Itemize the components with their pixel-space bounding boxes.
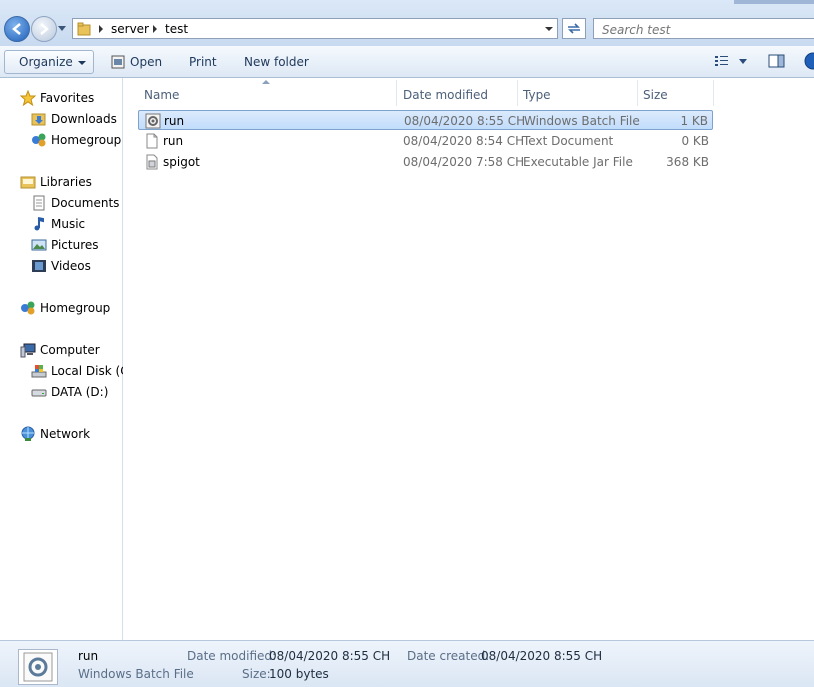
downloads-folder-icon [31,113,46,126]
jar-file-icon [146,154,158,170]
file-name: run [163,134,184,148]
search-input[interactable] [600,21,804,39]
videos-icon [32,260,46,272]
organize-label: Organize [19,55,73,69]
help-icon[interactable] [804,52,814,70]
system-drive-icon [31,365,47,378]
music-icon [34,217,44,231]
date-created-value[interactable]: 08/04/2020 8:55 CH [481,649,602,663]
nav-videos[interactable]: Videos [31,257,123,275]
breadcrumb[interactable]: server test [72,18,558,39]
file-date: 08/04/2020 8:55 CH [404,114,526,128]
nav-data-disk[interactable]: DATA (D:) [31,383,123,401]
file-type: Executable Jar File [523,155,633,169]
nav-computer[interactable]: Computer [20,341,123,359]
size-label: Size: [242,667,271,681]
address-bar: server test [0,0,814,46]
window-edge [734,0,814,4]
chevron-down-icon[interactable] [545,27,553,31]
nav-libraries[interactable]: Libraries [20,173,123,191]
file-size: 0 KB [681,134,709,148]
column-divider[interactable] [713,80,714,106]
file-date: 08/04/2020 8:54 CH [403,134,525,148]
details-file-name: run [78,649,99,663]
view-options-icon[interactable] [714,54,730,68]
nav-documents[interactable]: Documents [31,194,123,212]
chevron-right-icon[interactable] [99,25,103,33]
column-header-name[interactable]: Name [138,82,396,106]
preview-pane-icon[interactable] [768,54,786,68]
file-thumbnail [18,649,58,685]
new-folder-button[interactable]: New folder [244,53,309,71]
file-type: Text Document [523,134,614,148]
batch-file-icon [23,652,53,682]
open-button[interactable]: Open [130,53,162,71]
network-icon [21,426,35,441]
documents-icon [33,195,45,211]
file-size: 1 KB [680,114,708,128]
file-date: 08/04/2020 7:58 CH [403,155,525,169]
refresh-button[interactable] [562,18,586,39]
size-value: 100 bytes [269,667,329,681]
crumb-test[interactable]: test [165,22,188,36]
print-button[interactable]: Print [189,53,217,71]
file-list: Name Date modified Type Size run 08/04/2… [124,78,814,640]
arrow-left-icon [12,23,21,35]
nav-downloads[interactable]: Downloads [31,110,123,128]
organize-button[interactable]: Organize [4,50,94,74]
homegroup-icon [21,301,35,315]
arrow-right-icon [40,23,49,35]
homegroup-icon [32,133,46,147]
file-row[interactable]: spigot 08/04/2020 7:58 CH Executable Jar… [138,152,713,172]
folder-icon [77,22,91,36]
column-header-date[interactable]: Date modified [397,82,517,106]
command-bar: Organize Open Print New folder [0,46,814,78]
date-created-label: Date created: [407,649,490,663]
nav-music[interactable]: Music [31,215,123,233]
file-row[interactable]: run 08/04/2020 8:54 CH Text Document 0 K… [138,131,713,151]
file-row[interactable]: run 08/04/2020 8:55 CH Windows Batch Fil… [138,110,713,130]
chevron-down-icon [77,60,86,65]
details-pane: run Windows Batch File Date modified: 08… [0,640,814,687]
file-type: Windows Batch File [524,114,640,128]
file-name: spigot [163,155,200,169]
date-modified-value[interactable]: 08/04/2020 8:55 CH [269,649,390,663]
column-header-size[interactable]: Size [637,82,713,106]
computer-icon [20,343,36,358]
open-icon[interactable] [111,55,125,69]
chevron-down-icon[interactable] [739,59,747,65]
nav-homegroup[interactable]: Homegroup [20,299,123,317]
hard-drive-icon [31,389,47,397]
libraries-icon [20,176,36,189]
navigation-pane: Favorites Downloads Homegroup Libraries … [0,78,123,640]
crumb-server[interactable]: server [111,22,149,36]
date-modified-label: Date modified: [187,649,277,663]
details-file-type: Windows Batch File [78,667,194,681]
recent-pages-icon[interactable] [58,24,66,32]
search-box[interactable] [593,18,814,39]
nav-network[interactable]: Network [20,425,123,443]
nav-homegroup-favorite[interactable]: Homegroup [31,131,123,149]
back-button[interactable] [4,16,30,42]
chevron-right-icon[interactable] [153,25,157,33]
file-size: 368 KB [666,155,709,169]
pictures-icon [31,239,47,251]
batch-file-icon [145,113,161,129]
text-file-icon [146,133,158,149]
forward-button[interactable] [31,16,57,42]
nav-pictures[interactable]: Pictures [31,236,123,254]
star-icon [20,90,36,106]
column-header-type[interactable]: Type [517,82,637,106]
refresh-icon [568,23,580,34]
nav-local-disk[interactable]: Local Disk (C: [31,362,123,380]
nav-favorites[interactable]: Favorites [20,89,123,107]
file-name: run [164,114,185,128]
